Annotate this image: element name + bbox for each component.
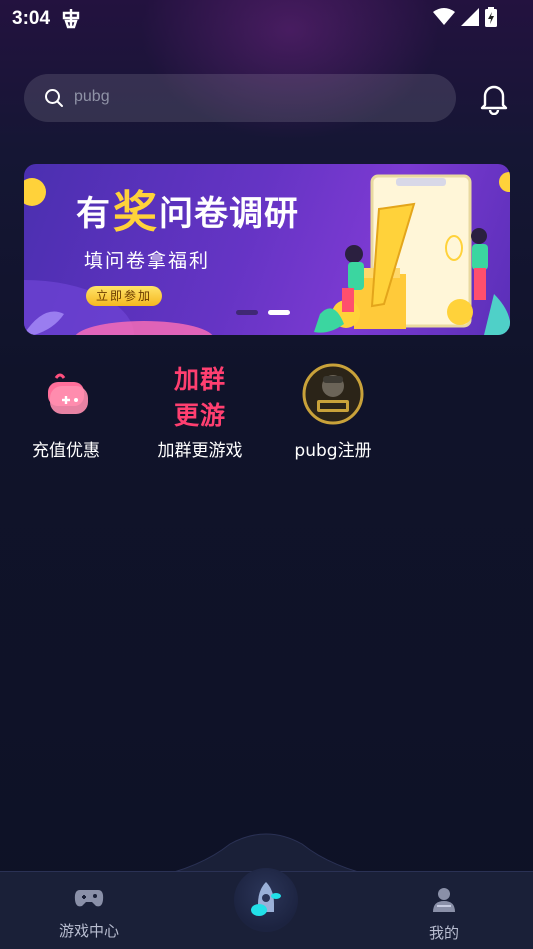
carousel-dot-active[interactable]: [268, 310, 290, 315]
carousel-dot[interactable]: [236, 310, 258, 315]
shortcut-pubg-register[interactable]: pubg注册: [273, 362, 393, 461]
join-group-icon: 加群 更游: [155, 362, 245, 430]
search-input[interactable]: pubg: [24, 74, 456, 122]
shortcut-label: 充值优惠: [32, 441, 100, 461]
signal-icon: [461, 8, 479, 30]
shortcut-label: 加群更游戏: [157, 441, 243, 461]
user-icon: [433, 888, 455, 912]
status-time: 3:04: [12, 8, 51, 29]
survey-banner[interactable]: 有 奖 问卷调研 填问卷拿福利 立即参加: [24, 164, 510, 335]
bell-icon[interactable]: [477, 81, 511, 116]
tab-label: 游戏中心: [58, 922, 119, 940]
battery-icon: [485, 7, 497, 31]
banner-title-pre: 有: [76, 194, 111, 234]
gamepad-gift-icon: [34, 362, 98, 426]
shortcut-join-group[interactable]: 加群 更游 加群更游戏: [140, 362, 260, 461]
join-group-icon-text: 加群: [173, 365, 226, 394]
notification-icon: [60, 7, 82, 33]
search-placeholder: pubg: [74, 88, 110, 105]
banner-title: 有 奖 问卷调研: [76, 186, 299, 235]
tab-mine[interactable]: 我的: [384, 886, 504, 943]
wifi-icon: [433, 8, 455, 30]
shortcut-recharge[interactable]: 充值优惠: [6, 362, 126, 461]
banner-subtitle: 填问卷拿福利: [84, 250, 211, 272]
carousel-indicator[interactable]: [236, 310, 290, 315]
join-now-button[interactable]: 立即参加: [86, 286, 162, 306]
gamepad-icon: [74, 890, 104, 907]
join-group-icon-text: 更游: [173, 401, 226, 430]
shortcut-label: pubg注册: [294, 441, 372, 461]
tab-label: 我的: [428, 924, 459, 942]
status-bar: 3:04: [0, 0, 533, 36]
center-rocket-button[interactable]: [234, 868, 298, 932]
tab-game-center[interactable]: 游戏中心: [29, 886, 149, 941]
banner-title-highlight: 奖: [113, 187, 157, 238]
banner-title-post: 问卷调研: [159, 194, 299, 234]
pubg-logo-icon: [301, 362, 365, 426]
search-icon: [45, 89, 63, 107]
rocket-icon: [251, 882, 281, 916]
